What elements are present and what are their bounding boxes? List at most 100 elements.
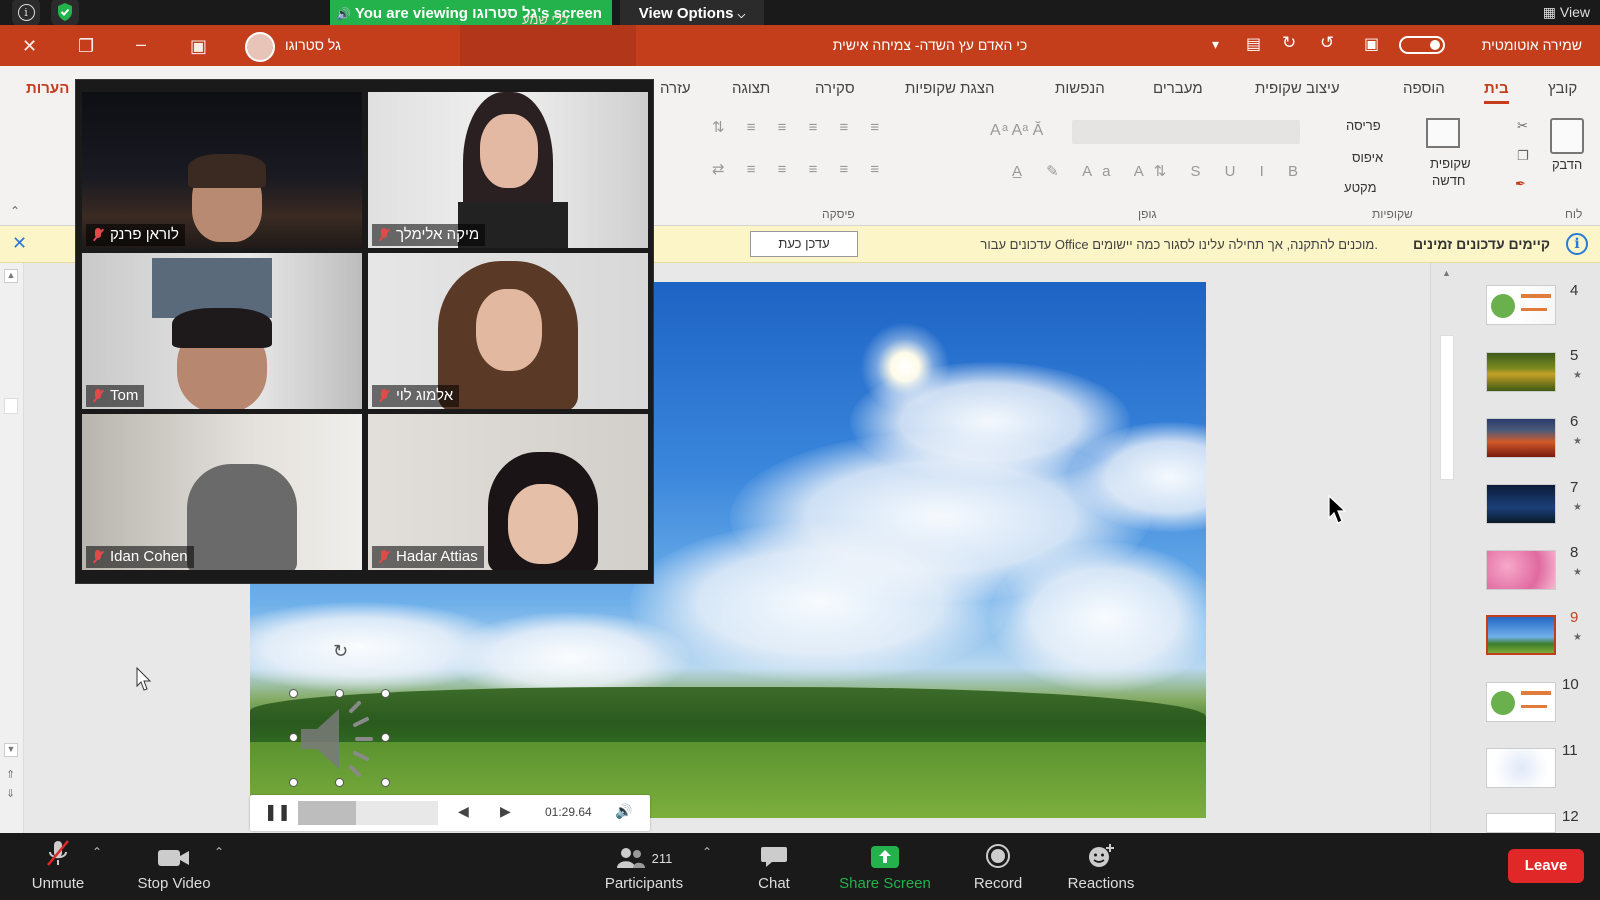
tab-notes[interactable]: הערות xyxy=(26,80,69,97)
paste-icon[interactable] xyxy=(1550,118,1584,154)
tab-slideshow[interactable]: הצגת שקופיות xyxy=(905,80,995,97)
participants-button[interactable]: 211 Participants xyxy=(598,833,690,900)
undo-icon[interactable]: ↺ xyxy=(1320,33,1334,53)
copy-icon[interactable]: ❐ xyxy=(1517,148,1529,164)
speaker-icon: 🔊 xyxy=(336,7,351,21)
tab-home[interactable]: בית xyxy=(1484,80,1509,104)
save-icon[interactable]: ▣ xyxy=(1364,34,1379,54)
tab-transitions[interactable]: מעברים xyxy=(1153,80,1203,97)
avatar[interactable] xyxy=(245,32,275,62)
slide-thumbnail[interactable] xyxy=(1486,285,1556,325)
resize-handle[interactable] xyxy=(381,733,390,742)
tab-animations[interactable]: הנפשות xyxy=(1055,80,1105,97)
minimize-icon[interactable]: – xyxy=(136,34,146,55)
scroll-down-icon[interactable]: ▼ xyxy=(4,743,18,757)
chevron-up-icon[interactable]: ⌃ xyxy=(214,845,224,859)
resize-handle[interactable] xyxy=(289,733,298,742)
tab-design[interactable]: עיצוב שקופית xyxy=(1255,80,1340,97)
video-tile[interactable]: Hadar Attias xyxy=(368,414,648,570)
forward-icon[interactable]: ▶ xyxy=(500,803,511,820)
update-now-button[interactable]: עדכן כעת xyxy=(750,231,858,257)
view-button[interactable]: ▦ View xyxy=(1543,4,1590,21)
paragraph-icons-row2[interactable]: ⇄ ≡ ≡ ≡ ≡ ≡ xyxy=(712,160,888,178)
scrollbar[interactable] xyxy=(1440,335,1454,480)
thumb-title-bar xyxy=(1521,705,1547,708)
close-icon[interactable]: ✕ xyxy=(12,233,27,254)
restore-icon[interactable]: ❐ xyxy=(78,36,94,57)
layout-button[interactable]: פריסה xyxy=(1346,118,1381,133)
redo-icon[interactable]: ↻ xyxy=(1282,33,1296,53)
reset-button[interactable]: איפוס xyxy=(1352,150,1383,165)
leave-button[interactable]: Leave xyxy=(1508,849,1584,883)
encryption-shield-icon[interactable] xyxy=(51,0,79,26)
resize-handle[interactable] xyxy=(335,778,344,787)
prev-slide-icon[interactable]: ⇑ xyxy=(6,768,15,781)
new-slide-label-2[interactable]: חדשה xyxy=(1432,173,1466,188)
customize-qat-icon[interactable]: ▾ xyxy=(1212,36,1219,53)
view-options-button[interactable]: View Options ⌵ xyxy=(620,0,764,27)
audio-object[interactable]: ↻ xyxy=(289,641,390,787)
video-tile[interactable]: Tom xyxy=(82,253,362,409)
slide-thumbnail[interactable] xyxy=(1486,550,1556,590)
new-slide-icon[interactable] xyxy=(1426,118,1460,148)
slide-thumbnail[interactable] xyxy=(1486,352,1556,392)
record-button[interactable]: Record xyxy=(962,833,1034,900)
chevron-up-icon[interactable]: ⌃ xyxy=(702,845,712,859)
close-icon[interactable]: ✕ xyxy=(22,36,37,57)
scroll-up-icon[interactable]: ▲ xyxy=(1442,268,1451,278)
font-size-icons[interactable]: A ᵃ Aᵃ Ă xyxy=(990,122,1043,140)
resize-handle[interactable] xyxy=(381,778,390,787)
tab-help[interactable]: עזרה xyxy=(660,80,691,97)
slide-thumbnail-selected[interactable] xyxy=(1486,615,1556,655)
present-icon[interactable]: ▤ xyxy=(1246,34,1261,54)
paragraph-icons-row1[interactable]: ⇅ ≡ ≡ ≡ ≡ ≡ xyxy=(712,118,888,136)
notes-collapsed-pane[interactable]: ▲ ▼ ⇑ ⇓ xyxy=(0,263,24,833)
slide-thumbnail[interactable] xyxy=(1486,418,1556,458)
scroll-thumb[interactable] xyxy=(4,398,18,414)
autosave-toggle[interactable] xyxy=(1399,36,1445,54)
participant-hair xyxy=(172,308,272,348)
slide-thumbnail[interactable] xyxy=(1486,682,1556,722)
video-tile[interactable]: Idan Cohen xyxy=(82,414,362,570)
slide-thumbnail[interactable] xyxy=(1486,484,1556,524)
tab-insert[interactable]: הוספה xyxy=(1403,80,1445,97)
tab-review[interactable]: סקירה xyxy=(815,80,855,97)
resize-handle[interactable] xyxy=(335,689,344,698)
font-style-icons[interactable]: A̲ ✎ Aa A⇅ S U I B xyxy=(1012,162,1308,180)
reactions-button[interactable]: Reactions xyxy=(1060,833,1142,900)
pause-icon[interactable]: ❚❚ xyxy=(264,802,291,822)
video-tile[interactable]: לוראן פרנק xyxy=(82,92,362,248)
next-slide-icon[interactable]: ⇓ xyxy=(6,787,15,800)
chevron-up-icon[interactable]: ⌃ xyxy=(92,845,102,859)
stop-video-button[interactable]: Stop Video xyxy=(130,833,218,900)
resize-handle[interactable] xyxy=(381,689,390,698)
video-tile[interactable]: אלמוג לוי xyxy=(368,253,648,409)
update-message: עדכונים עבור Office מוכנים להתקנה, אך תח… xyxy=(980,237,1378,252)
share-screen-button[interactable]: Share Screen xyxy=(836,833,934,900)
resize-handle[interactable] xyxy=(289,689,298,698)
chat-button[interactable]: Chat xyxy=(744,833,804,900)
collapse-ribbon-icon[interactable]: ⌃ xyxy=(10,204,20,218)
paste-label: הדבק xyxy=(1552,157,1583,172)
video-tile[interactable]: מיקה אלימלך xyxy=(368,92,648,248)
rewind-icon[interactable]: ◀ xyxy=(458,803,469,820)
slide-thumbnail[interactable] xyxy=(1486,813,1556,833)
tab-file[interactable]: קובץ xyxy=(1548,80,1577,97)
resize-handle[interactable] xyxy=(289,778,298,787)
font-name-dropdown[interactable] xyxy=(1072,120,1300,144)
gallery-video-panel[interactable]: לוראן פרנק מיקה אלימלך Tom אלמוג לוי Ida… xyxy=(75,79,654,584)
unmute-button[interactable]: Unmute xyxy=(22,833,94,900)
search-box[interactable] xyxy=(460,25,636,66)
volume-icon[interactable]: 🔊 xyxy=(615,803,632,820)
format-painter-icon[interactable]: ✒ xyxy=(1515,176,1526,192)
slide-thumbnail[interactable] xyxy=(1486,748,1556,788)
scroll-up-icon[interactable]: ▲ xyxy=(4,269,18,283)
rotate-handle-icon[interactable]: ↻ xyxy=(333,641,348,662)
meeting-info-icon[interactable]: i xyxy=(12,0,40,26)
ribbon-display-icon[interactable]: ▣ xyxy=(190,36,207,57)
section-button[interactable]: מקטע xyxy=(1344,180,1377,195)
cut-icon[interactable]: ✂ xyxy=(1517,118,1528,134)
slide-number: 9 xyxy=(1570,609,1579,626)
tab-view[interactable]: תצוגה xyxy=(732,80,770,97)
screen-share-banner: 🔊 You are viewing גל סטרוגו's screen xyxy=(330,0,612,27)
